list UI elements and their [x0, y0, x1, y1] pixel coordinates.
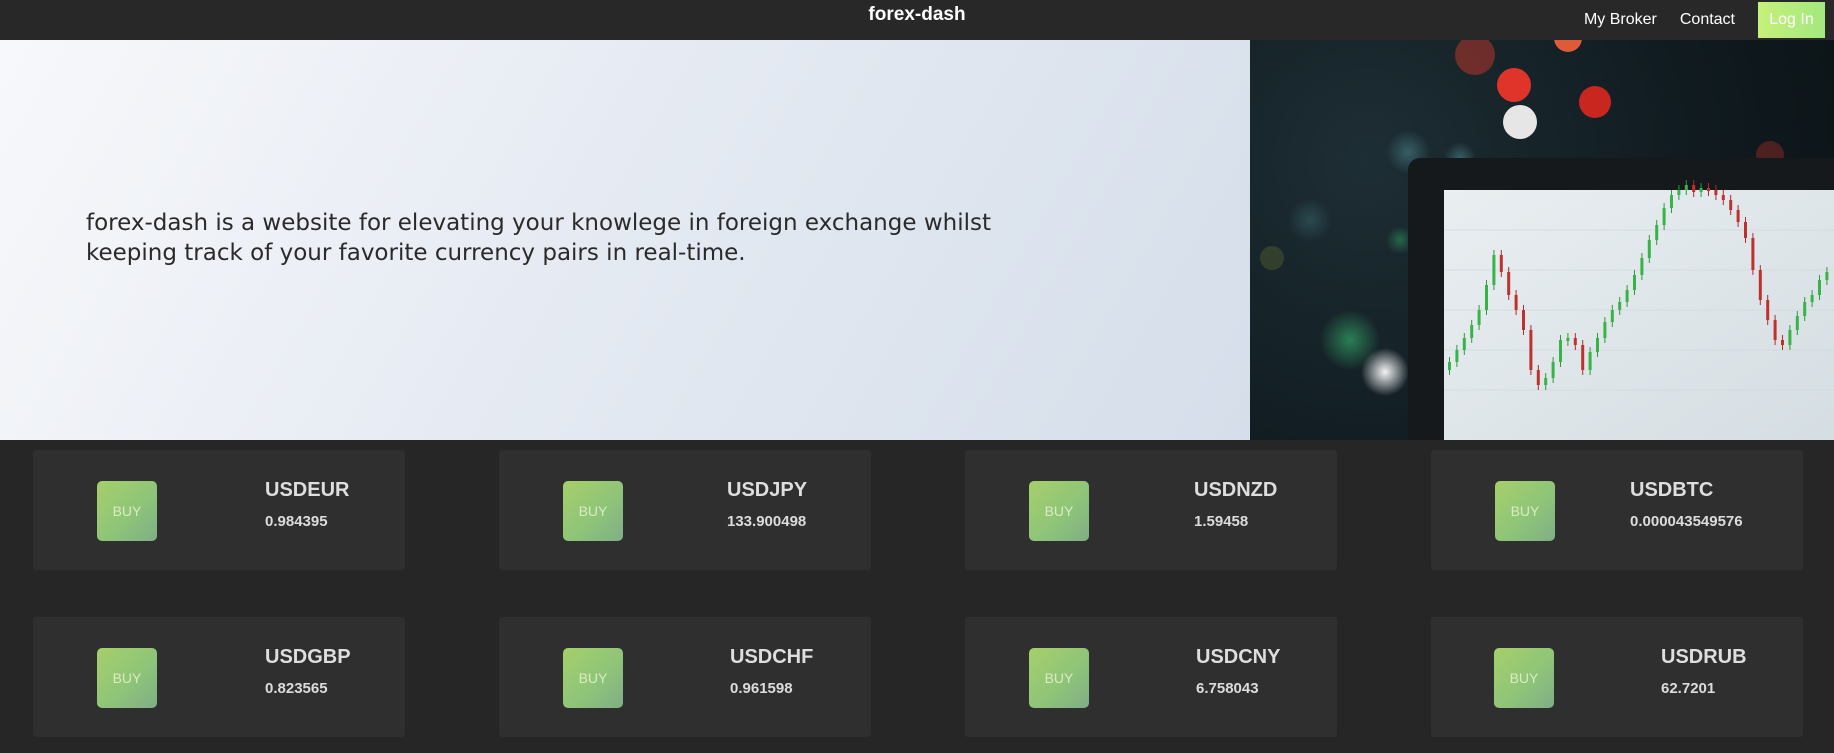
exchange-rate: 0.984395	[265, 513, 328, 530]
buy-button[interactable]: BUY	[563, 648, 623, 708]
currency-pair: USDCHF	[730, 646, 814, 668]
hero-laptop-chart-image	[1250, 40, 1834, 440]
exchange-rate: 62.7201	[1661, 680, 1716, 697]
currency-card: BUY USDGBP 0.823565	[33, 617, 405, 737]
currency-pair: USDGBP	[265, 646, 351, 668]
buy-button[interactable]: BUY	[1029, 648, 1089, 708]
currency-card: BUY USDNZD 1.59458	[965, 450, 1337, 570]
hero-description: forex-dash is a website for elevating yo…	[86, 210, 991, 266]
currency-card: BUY USDCNY 6.758043	[965, 617, 1337, 737]
currency-card: BUY USDCHF 0.961598	[499, 617, 871, 737]
currency-pair: USDEUR	[265, 479, 350, 501]
buy-button[interactable]: BUY	[1029, 481, 1089, 541]
nav-my-broker-link[interactable]: My Broker	[1584, 11, 1657, 29]
buy-button[interactable]: BUY	[563, 481, 623, 541]
exchange-rate: 133.900498	[727, 513, 807, 530]
currency-card: BUY USDBTC 0.000043549576	[1431, 450, 1803, 570]
site-brand[interactable]: forex-dash	[0, 4, 1834, 26]
login-button[interactable]: Log In	[1758, 2, 1825, 38]
buy-button[interactable]: BUY	[97, 648, 157, 708]
currency-card: BUY USDRUB 62.7201	[1431, 617, 1803, 737]
exchange-rate: 0.961598	[730, 680, 793, 697]
nav-contact-link[interactable]: Contact	[1680, 11, 1735, 29]
currency-pair: USDRUB	[1661, 646, 1747, 668]
buy-button[interactable]: BUY	[97, 481, 157, 541]
currency-pair: USDCNY	[1196, 646, 1281, 668]
nav-links: My Broker Contact Log In	[1584, 2, 1825, 38]
buy-button[interactable]: BUY	[1494, 648, 1554, 708]
currency-card: BUY USDEUR 0.984395	[33, 450, 405, 570]
currency-pair: USDJPY	[727, 479, 808, 501]
exchange-rate: 6.758043	[1196, 680, 1259, 697]
currency-card: BUY USDJPY 133.900498	[499, 450, 871, 570]
laptop-chart-illustration	[1260, 40, 1834, 440]
top-navbar: forex-dash My Broker Contact Log In	[0, 0, 1834, 40]
exchange-rate: 0.000043549576	[1630, 513, 1743, 530]
hero-section: forex-dash is a website for elevating yo…	[0, 40, 1250, 440]
currency-pair: USDNZD	[1194, 479, 1278, 501]
exchange-rate: 1.59458	[1194, 513, 1249, 530]
buy-button[interactable]: BUY	[1495, 481, 1555, 541]
exchange-rate: 0.823565	[265, 680, 328, 697]
currency-pair: USDBTC	[1630, 479, 1714, 501]
